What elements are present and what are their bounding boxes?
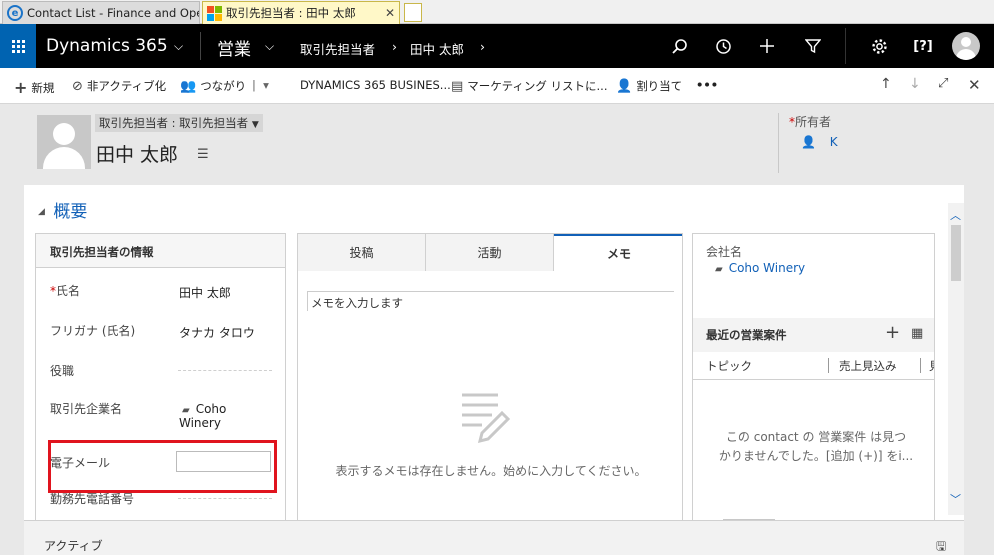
new-button[interactable]: + 新規	[14, 78, 54, 97]
chevron-down-icon[interactable]: ﹀	[950, 491, 961, 507]
grid-view-icon[interactable]: ▦	[911, 326, 923, 341]
close-icon[interactable]: ✕	[968, 76, 981, 94]
recent-opportunities-header: 最近の営業案件 + ▦	[693, 318, 934, 352]
command-bar: + 新規 ⊘ 非アクティブ化 👥 つながり | ▾ DYNAMICS 365 B…	[0, 68, 994, 104]
recent-opportunities-title: 最近の営業案件	[706, 328, 787, 342]
connect-dropdown-button[interactable]: | ▾	[252, 78, 269, 92]
chevron-up-icon[interactable]: ︿	[950, 207, 961, 223]
tab-activities[interactable]: 活動	[426, 234, 554, 271]
new-tab-button[interactable]	[404, 3, 422, 22]
owner-value[interactable]: 👤 K	[801, 135, 838, 149]
panel-title: 取引先担当者の情報	[36, 234, 285, 268]
notes-empty-message: 表示するメモは存在しません。始めに入力してください。	[335, 464, 647, 478]
business-button[interactable]: DYNAMICS 365 BUSINES...	[300, 78, 451, 92]
chevron-right-icon[interactable]: ›	[480, 39, 485, 54]
filter-icon[interactable]	[802, 35, 824, 57]
social-pane: 投稿 活動 メモ メモを入力します 表示するメモは存在しません。始めに入力してく…	[297, 233, 683, 523]
note-input[interactable]: メモを入力します	[307, 291, 674, 311]
add-record-icon[interactable]: +	[885, 322, 900, 343]
connect-button[interactable]: 👥 つながり	[180, 78, 246, 94]
contact-info-panel: 取引先担当者の情報 *氏名 田中 太郎 フリガナ (氏名) タナカ タロウ 役職…	[35, 233, 286, 523]
arrow-up-icon[interactable]: ↑	[880, 76, 892, 92]
browser-tab-title: Contact List - Finance and Ope...	[27, 6, 200, 20]
add-to-marketing-list-button[interactable]: ▤ マーケティング リストに...	[451, 78, 608, 94]
company-name-link[interactable]: ▰ Coho Winery	[715, 261, 805, 275]
browser-tab-strip: e Contact List - Finance and Ope... 取引先担…	[0, 0, 994, 24]
add-icon[interactable]	[756, 35, 778, 57]
user-avatar[interactable]	[952, 32, 980, 60]
chevron-down-icon[interactable]: ⌵	[174, 39, 183, 54]
record-header: 取引先担当者 : 取引先担当者 ▼ 田中 太郎 ☰ *所有者 👤 K	[24, 105, 964, 185]
company-name-label: 会社名	[706, 245, 743, 259]
social-tabs: 投稿 活動 メモ	[298, 234, 682, 271]
deactivate-button[interactable]: ⊘ 非アクティブ化	[72, 78, 166, 94]
opportunities-column-headers: トピック 売上見込み 見	[693, 352, 934, 380]
save-icon[interactable]: 🖫	[936, 537, 946, 555]
browser-tab-contact-list[interactable]: e Contact List - Finance and Ope...	[2, 1, 200, 24]
column-next[interactable]: 見	[929, 358, 934, 374]
status-footer: アクティブ 🖫	[24, 520, 964, 555]
nav-divider	[200, 32, 201, 60]
assign-icon: 👤	[616, 78, 633, 94]
chevron-right-icon: ›	[392, 39, 397, 54]
nav-area-sales[interactable]: 営業	[217, 35, 251, 60]
help-icon[interactable]: [?]	[912, 35, 934, 57]
opportunities-empty-message: この contact の 営業案件 は見つ かりませんでした。[追加 (+)] …	[718, 430, 914, 463]
account-icon: ▰	[182, 405, 190, 416]
section-summary-toggle[interactable]: ◢ 概要	[38, 197, 87, 222]
column-topic[interactable]: トピック	[706, 358, 752, 374]
top-nav-bar: Dynamics 365 ⌵ 営業 ⌵ 取引先担当者 › 田中 太郎 › [?]	[0, 24, 994, 68]
list-icon[interactable]: ☰	[197, 147, 211, 162]
contact-photo[interactable]	[37, 115, 91, 169]
arrow-down-icon[interactable]: ↓	[909, 76, 921, 92]
search-icon[interactable]	[668, 35, 690, 57]
app-window: e Contact List - Finance and Ope... 取引先担…	[0, 0, 994, 555]
user-icon: 👤	[801, 135, 816, 149]
deactivate-icon: ⊘	[72, 78, 83, 94]
breadcrumb-entity[interactable]: 取引先担当者	[300, 39, 375, 58]
column-est-revenue[interactable]: 売上見込み	[839, 358, 897, 374]
browser-tab-title: 取引先担当者 : 田中 太郎	[226, 6, 356, 20]
more-commands-button[interactable]: •••	[696, 78, 718, 92]
email-input[interactable]	[176, 451, 271, 472]
collapse-icon: ◢	[38, 207, 45, 217]
people-icon: 👥	[180, 78, 197, 94]
nav-divider	[845, 28, 846, 64]
tab-posts[interactable]: 投稿	[298, 234, 426, 271]
chevron-down-icon[interactable]: ⌵	[265, 39, 274, 54]
app-brand[interactable]: Dynamics 365	[46, 36, 168, 56]
form-selector[interactable]: 取引先担当者 : 取引先担当者 ▼	[95, 114, 263, 132]
record-status: アクティブ	[44, 539, 103, 553]
record-name: 田中 太郎	[96, 144, 179, 166]
related-panel: 会社名 ▰ Coho Winery 最近の営業案件 + ▦ トピック 売上見込み …	[692, 233, 935, 523]
owner-label: *所有者	[789, 115, 832, 129]
app-launcher-button[interactable]	[0, 24, 36, 68]
form-scrollbar[interactable]: ︿ ﹀	[948, 203, 964, 515]
gear-icon[interactable]	[868, 35, 890, 57]
plus-icon: +	[14, 78, 28, 97]
history-icon[interactable]	[712, 35, 734, 57]
header-divider	[778, 113, 779, 173]
assign-button[interactable]: 👤 割り当て	[616, 78, 682, 94]
account-icon: ▰	[715, 264, 723, 275]
ie-icon: e	[7, 5, 23, 21]
form-body: ◢ 概要 取引先担当者の情報 *氏名 田中 太郎 フリガナ (氏名) タナカ タ…	[24, 185, 964, 523]
browser-tab-contact-record[interactable]: 取引先担当者 : 田中 太郎 ✕	[202, 1, 400, 24]
popout-icon[interactable]: ⤢	[938, 76, 948, 91]
list-icon: ▤	[451, 78, 464, 94]
close-icon[interactable]: ✕	[385, 6, 395, 20]
tab-notes[interactable]: メモ	[554, 234, 682, 271]
chevron-down-icon: ▼	[251, 120, 259, 130]
scrollbar-thumb[interactable]	[951, 225, 961, 281]
waffle-icon	[11, 39, 25, 53]
note-icon	[462, 393, 510, 444]
microsoft-logo-icon	[207, 6, 222, 21]
breadcrumb-record[interactable]: 田中 太郎	[410, 39, 464, 58]
